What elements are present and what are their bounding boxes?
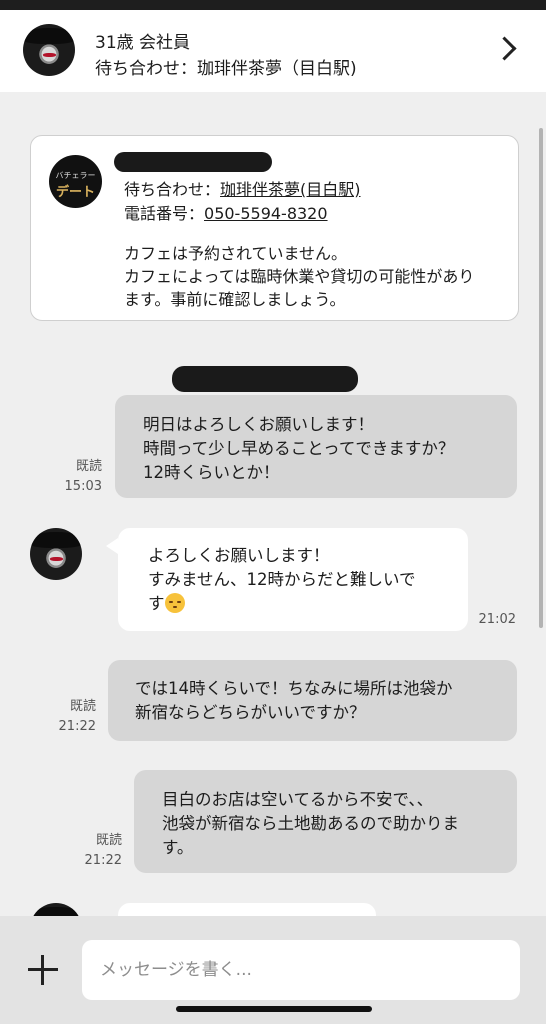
partner-avatar[interactable] — [23, 24, 75, 76]
logo-small-text: バチェラー — [55, 171, 96, 180]
read-receipt: 既読 — [69, 699, 96, 714]
bubble-tail — [106, 538, 118, 554]
message-line: 新宿ならどちらがいいですか？ — [135, 703, 366, 722]
message-line: 時間って少し早めることってできますか？ — [143, 439, 455, 458]
partner-avatar[interactable] — [30, 528, 82, 580]
phone-label: 電話番号： — [124, 204, 205, 223]
read-receipt: 既読 — [95, 833, 122, 848]
message-line: す — [148, 594, 165, 613]
home-indicator — [176, 1006, 372, 1012]
relieved-face-icon — [164, 593, 185, 613]
redacted-name — [114, 152, 272, 172]
message-time: 21:02 — [478, 612, 516, 627]
message-line: す。 — [162, 838, 194, 857]
message-line: 12時くらいとか！ — [143, 463, 280, 482]
message-line: では14時くらいで！ちなみに場所は池袋か — [135, 679, 453, 698]
phone-link[interactable]: 050-5594-8320 — [204, 204, 328, 223]
message-time: 15:03 — [64, 479, 102, 494]
message-line: 明日はよろしくお願いします！ — [143, 415, 374, 434]
meeting-location: 待ち合わせ：珈琲伴茶夢（目白駅) — [95, 59, 357, 79]
message-line: すみません、12時からだと難しいで — [148, 570, 416, 589]
redacted-date-label — [172, 366, 358, 392]
message-line-with-emoji: す — [148, 592, 185, 616]
read-receipt: 既読 — [75, 459, 102, 474]
meeting-place-link[interactable]: 珈琲伴茶夢(目白駅) — [220, 180, 361, 199]
phone-row: 電話番号：050-5594-8320 — [124, 200, 328, 224]
card-note-line3: ます。事前に確認しましょう。 — [124, 290, 346, 309]
chat-header: 31歳 会社員 待ち合わせ：珈琲伴茶夢（目白駅) — [0, 10, 546, 92]
bachelor-date-logo: バチェラー デート — [49, 155, 102, 208]
sent-message-bubble[interactable]: 目白のお店は空いてるから不安で、、 池袋が新宿なら土地勘あるので助かりま す。 — [134, 770, 517, 873]
message-time: 21:22 — [84, 853, 122, 868]
sent-message-bubble[interactable]: 明日はよろしくお願いします！ 時間って少し早めることってできますか？ 12時くら… — [115, 395, 517, 498]
chevron-right-icon[interactable] — [492, 36, 517, 61]
message-line: 目白のお店は空いてるから不安で、、 — [162, 790, 434, 809]
message-input[interactable] — [82, 940, 520, 1000]
message-time: 21:22 — [58, 719, 96, 734]
logo-big-text: デート — [55, 185, 95, 200]
date-info-card: バチェラー デート 待ち合わせ：珈琲伴茶夢(目白駅) 電話番号：050-5594… — [30, 135, 519, 321]
message-line: 池袋が新宿なら土地勘あるので助かりま — [162, 814, 459, 833]
scrollbar[interactable] — [539, 128, 543, 628]
meeting-label: 待ち合わせ： — [124, 180, 221, 199]
sent-message-bubble[interactable]: では14時くらいで！ちなみに場所は池袋か 新宿ならどちらがいいですか？ — [108, 660, 517, 741]
received-message-bubble[interactable]: よろしくお願いします！ すみません、12時からだと難しいで す — [118, 528, 468, 631]
card-note-line1: カフェは予約されていません。 — [124, 244, 348, 263]
card-note-line2: カフェによっては臨時休業や貸切の可能性があり — [124, 267, 475, 286]
meeting-place-row: 待ち合わせ：珈琲伴茶夢(目白駅) — [124, 176, 361, 200]
message-line: よろしくお願いします！ — [148, 546, 330, 565]
plus-icon[interactable] — [28, 955, 58, 985]
status-bar — [0, 0, 546, 10]
partner-profile: 31歳 会社員 — [95, 33, 191, 53]
